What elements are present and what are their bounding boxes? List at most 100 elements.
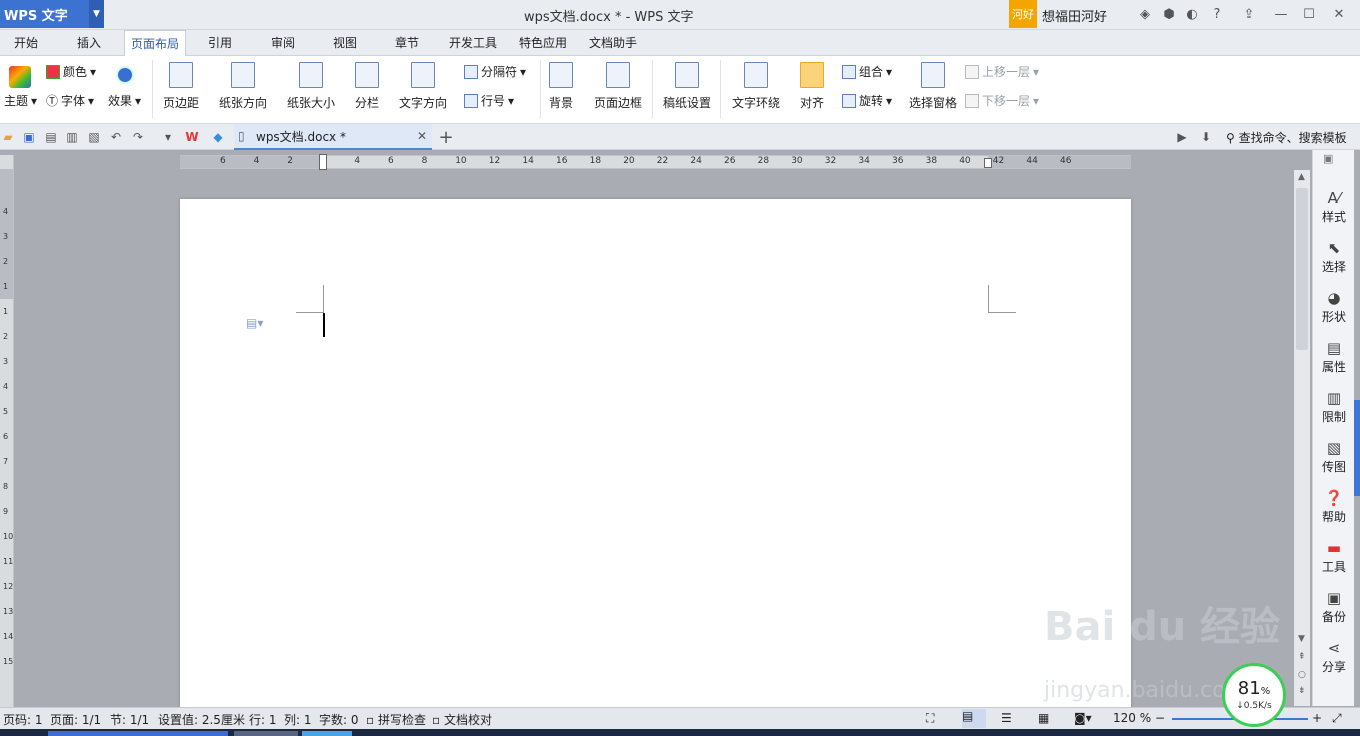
feedback-icon[interactable]: ◐ bbox=[1183, 5, 1201, 23]
effect-button[interactable]: 效果 ▾ bbox=[108, 92, 141, 109]
prev-page-icon[interactable]: ⇞ bbox=[1298, 652, 1306, 662]
open-icon[interactable]: ▰ bbox=[0, 129, 16, 145]
text-direction-button[interactable]: 文字方向 bbox=[399, 62, 447, 111]
panel-tools[interactable]: ▬ 工具 bbox=[1313, 538, 1355, 575]
color-button[interactable]: 颜色 ▾ bbox=[46, 63, 96, 80]
selection-pane-button[interactable]: 选择窗格 bbox=[909, 62, 957, 111]
scroll-up-icon[interactable]: ▲ bbox=[1298, 172, 1305, 182]
panel-upload-image[interactable]: ▧ 传图 bbox=[1313, 438, 1355, 475]
tab-page-layout[interactable]: 页面布局 bbox=[124, 30, 187, 56]
network-speed-widget[interactable]: 81% ↓0.5K/s bbox=[1222, 663, 1286, 727]
settings-icon[interactable]: ⬢ bbox=[1160, 5, 1178, 23]
align-button[interactable]: 对齐 bbox=[800, 62, 824, 111]
zoom-level[interactable]: 120 % bbox=[1113, 711, 1151, 725]
panel-shapes[interactable]: ◕ 形状 bbox=[1313, 288, 1355, 325]
proofread-toggle[interactable]: ▫ 文档校对 bbox=[432, 711, 492, 728]
tab-features[interactable]: 特色应用 bbox=[519, 30, 567, 56]
paper-size-button[interactable]: 纸张大小 bbox=[287, 62, 335, 111]
vertical-scrollbar[interactable]: ▲ ▼ ⇞ ○ ⇟ bbox=[1294, 170, 1310, 706]
taskbar-item[interactable] bbox=[302, 731, 352, 736]
theme-button[interactable]: 主题 ▾ bbox=[4, 92, 37, 109]
horizontal-ruler[interactable]: 6422468101214161820222426283032343638404… bbox=[180, 154, 1131, 170]
ruler-tick-label: 42 bbox=[992, 156, 1005, 166]
play-icon[interactable]: ▶ bbox=[1174, 129, 1190, 145]
wps-icon[interactable]: W bbox=[184, 129, 200, 145]
indent-marker[interactable] bbox=[319, 154, 327, 170]
export-icon[interactable]: ▤ bbox=[43, 129, 59, 145]
help-icon[interactable]: ? bbox=[1208, 5, 1226, 23]
download-icon[interactable]: ⬇ bbox=[1198, 129, 1214, 145]
next-page-icon[interactable]: ⇟ bbox=[1298, 686, 1306, 696]
ad-badge[interactable]: 河好 bbox=[1009, 0, 1037, 28]
outline-view-icon[interactable]: ☰ bbox=[1001, 711, 1012, 725]
scrollbar-thumb[interactable] bbox=[1296, 188, 1308, 350]
user-name[interactable]: 想福田河好 bbox=[1042, 6, 1107, 25]
panel-help[interactable]: ❓ 帮助 bbox=[1313, 488, 1355, 525]
orientation-button[interactable]: 纸张方向 bbox=[219, 62, 267, 111]
upload-icon[interactable]: ⇪ bbox=[1240, 5, 1258, 23]
preview-icon[interactable]: ▧ bbox=[86, 129, 102, 145]
skin-icon[interactable]: ◈ bbox=[1136, 5, 1154, 23]
paste-options-icon[interactable]: ▤▾ bbox=[246, 316, 263, 330]
tab-view[interactable]: 视图 bbox=[333, 30, 357, 56]
tab-developer[interactable]: 开发工具 bbox=[449, 30, 497, 56]
undo-icon[interactable]: ↶ bbox=[108, 129, 124, 145]
document-tab[interactable]: ▯ wps文档.docx * ✕ bbox=[234, 124, 432, 150]
tab-doc-assistant[interactable]: 文档助手 bbox=[589, 30, 637, 56]
margin-button[interactable]: 页边距 bbox=[163, 62, 199, 111]
vertical-ruler[interactable]: 4 3 2 1 1 2 3 4 5 6 7 8 9 10 11 12 13 14 15 bbox=[0, 155, 14, 707]
tab-insert[interactable]: 插入 bbox=[77, 30, 101, 56]
redo-icon[interactable]: ↷ bbox=[130, 129, 146, 145]
fullscreen-icon[interactable]: ⛶ bbox=[926, 711, 934, 726]
save-icon[interactable]: ▣ bbox=[21, 129, 37, 145]
zoom-out-icon[interactable]: − bbox=[1155, 711, 1165, 725]
columns-button[interactable]: 分栏 bbox=[355, 62, 379, 111]
scroll-down-icon[interactable]: ▼ bbox=[1298, 634, 1305, 644]
panel-collapse-handle[interactable] bbox=[1354, 400, 1360, 496]
panel-styles[interactable]: A⁄ 样式 bbox=[1313, 188, 1355, 225]
web-view-icon[interactable]: ▦ bbox=[1038, 711, 1049, 725]
maximize-icon[interactable]: ☐ bbox=[1300, 5, 1318, 23]
taskbar-item[interactable] bbox=[48, 731, 228, 736]
font-button[interactable]: Ⓣ 字体 ▾ bbox=[46, 92, 94, 109]
text-wrap-button[interactable]: 文字环绕 bbox=[732, 62, 780, 111]
page-border-button[interactable]: 页面边框 bbox=[594, 62, 642, 111]
zoom-in-icon[interactable]: + bbox=[1312, 711, 1322, 725]
chevron-down-icon[interactable]: ▾ bbox=[160, 129, 176, 145]
page-view-icon[interactable]: ▤ bbox=[962, 709, 986, 728]
new-tab-icon[interactable]: + bbox=[438, 127, 454, 148]
command-search[interactable]: ⚲ 查找命令、搜索模板 bbox=[1226, 129, 1347, 146]
right-indent-marker[interactable] bbox=[984, 158, 992, 168]
bring-forward-button[interactable]: 上移一层 ▾ bbox=[965, 63, 1039, 80]
chevron-down-icon[interactable]: ▼ bbox=[89, 0, 104, 28]
breaks-button[interactable]: 分隔符 ▾ bbox=[464, 63, 526, 80]
panel-properties[interactable]: ▤ 属性 bbox=[1313, 338, 1355, 375]
rotate-button[interactable]: 旋转 ▾ bbox=[842, 92, 892, 109]
panel-pin-icon[interactable]: ▣ bbox=[1323, 152, 1333, 165]
wps-menu-button[interactable]: WPS 文字 ▼ bbox=[0, 0, 104, 28]
panel-share[interactable]: ⋖ 分享 bbox=[1313, 638, 1355, 675]
taskbar-item[interactable] bbox=[234, 731, 298, 736]
eye-protect-icon[interactable]: ◙▾ bbox=[1074, 711, 1092, 725]
draft-paper-button[interactable]: 稿纸设置 bbox=[663, 62, 711, 111]
send-backward-button[interactable]: 下移一层 ▾ bbox=[965, 92, 1039, 109]
group-button[interactable]: 组合 ▾ bbox=[842, 63, 892, 80]
spell-check-toggle[interactable]: ▫ 拼写检查 bbox=[366, 711, 426, 728]
background-button[interactable]: 背景 bbox=[549, 62, 573, 111]
line-number-button[interactable]: 行号 ▾ bbox=[464, 92, 514, 109]
document-page[interactable]: ▤▾ bbox=[180, 199, 1131, 709]
print-icon[interactable]: ▥ bbox=[64, 129, 80, 145]
tab-home[interactable]: 开始 bbox=[14, 30, 38, 56]
tab-references[interactable]: 引用 bbox=[208, 30, 232, 56]
select-browse-icon[interactable]: ○ bbox=[1298, 670, 1306, 680]
cube-icon[interactable]: ◆ bbox=[210, 129, 226, 145]
panel-backup[interactable]: ▣ 备份 bbox=[1313, 588, 1355, 625]
tab-section[interactable]: 章节 bbox=[395, 30, 419, 56]
close-icon[interactable]: ✕ bbox=[1330, 5, 1348, 23]
fit-page-icon[interactable]: ⤢ bbox=[1332, 711, 1342, 726]
panel-restrict[interactable]: ▥ 限制 bbox=[1313, 388, 1355, 425]
tab-review[interactable]: 审阅 bbox=[271, 30, 295, 56]
minimize-icon[interactable]: — bbox=[1272, 5, 1290, 23]
panel-select[interactable]: ⬉ 选择 bbox=[1313, 238, 1355, 275]
close-tab-icon[interactable]: ✕ bbox=[417, 129, 427, 143]
